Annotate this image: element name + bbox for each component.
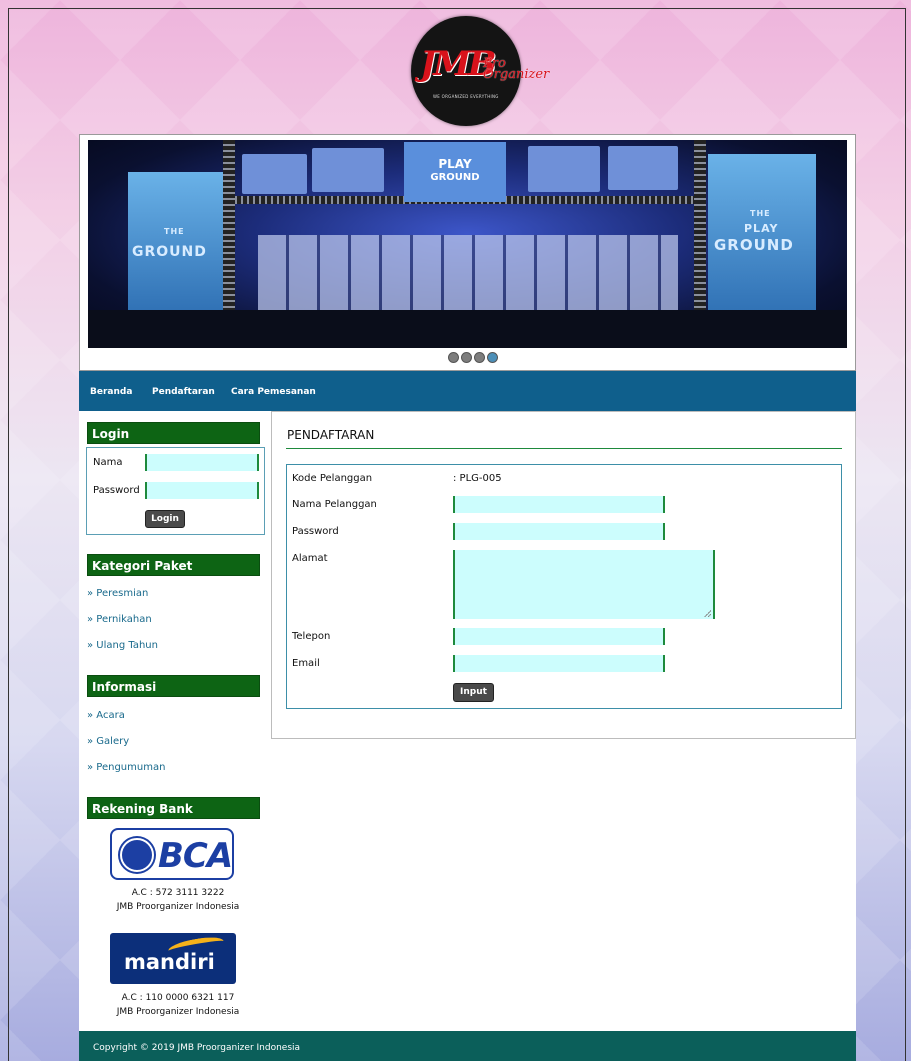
slide-dot-1[interactable]: [448, 352, 459, 363]
mandiri-account-number: A.C : 110 0000 6321 117: [121, 993, 235, 1003]
email-input[interactable]: [453, 655, 665, 672]
sign-line-2: GROUND: [430, 172, 480, 183]
nav-item-beranda[interactable]: Beranda: [90, 387, 132, 397]
banner-image[interactable]: THE GROUND THE PLAY GROUND PLAY GROUND: [88, 140, 847, 348]
telepon-input[interactable]: [453, 628, 665, 645]
page-title: PENDAFTARAN: [287, 428, 375, 442]
password-input[interactable]: [453, 523, 665, 540]
stage-truss-left: [223, 140, 235, 320]
site-logo[interactable]: JMB Pro Organizer WE ORGANIZED EVERYTHIN…: [411, 16, 549, 126]
kategori-link-peresmian[interactable]: » Peresmian: [87, 588, 148, 599]
informasi-link-acara[interactable]: » Acara: [87, 710, 125, 721]
slideshow-pagination: [448, 352, 500, 364]
main-nav: Beranda Pendaftaran Cara Pemesanan: [79, 371, 856, 411]
right-banner-text-2: PLAY: [744, 222, 779, 235]
kategori-link-ulang-tahun[interactable]: » Ulang Tahun: [87, 640, 158, 651]
telepon-label: Telepon: [292, 631, 331, 642]
stage-panel: [608, 146, 678, 190]
stage-panel: [312, 148, 384, 192]
copyright-text: Copyright © 2019 JMB Proorganizer Indone…: [93, 1043, 301, 1053]
mandiri-logo: mandiri: [110, 933, 236, 984]
resize-grip-icon[interactable]: [704, 610, 711, 617]
nav-item-cara-pemesanan[interactable]: Cara Pemesanan: [231, 387, 316, 397]
login-password-label: Password: [93, 485, 140, 496]
footer: Copyright © 2019 JMB Proorganizer Indone…: [79, 1031, 856, 1061]
bca-emblem-icon: [120, 838, 154, 872]
kategori-link-pernikahan[interactable]: » Pernikahan: [87, 614, 152, 625]
right-banner-text-3: GROUND: [714, 236, 794, 254]
stage-panel: [242, 154, 307, 194]
slide-dot-3[interactable]: [474, 352, 485, 363]
nama-pelanggan-label: Nama Pelanggan: [292, 499, 377, 510]
email-label: Email: [292, 658, 320, 669]
bca-account-holder: JMB Proorganizer Indonesia: [116, 902, 240, 912]
slide-dot-2[interactable]: [461, 352, 472, 363]
login-button[interactable]: Login: [145, 510, 185, 528]
logo-tagline: WE ORGANIZED EVERYTHING: [433, 94, 499, 99]
stage-panel: [528, 146, 600, 192]
mandiri-logo-text: mandiri: [124, 950, 215, 974]
login-password-input[interactable]: [145, 482, 259, 499]
banner-right-stage-banner: THE PLAY GROUND: [708, 154, 816, 319]
bca-logo: BCA: [110, 828, 234, 880]
left-banner-text-2: GROUND: [132, 244, 207, 260]
login-nama-label: Nama: [93, 457, 123, 468]
right-banner-text-1: THE: [750, 209, 771, 218]
bca-account-info: A.C : 572 3111 3222 JMB Proorganizer Ind…: [87, 886, 269, 914]
alamat-textarea[interactable]: [453, 550, 715, 619]
slide-dot-4[interactable]: [487, 352, 498, 363]
left-banner-text-1: THE: [164, 227, 185, 236]
informasi-heading: Informasi: [87, 675, 260, 697]
kode-pelanggan-label: Kode Pelanggan: [292, 473, 373, 484]
sign-line-1: PLAY: [438, 157, 472, 171]
nama-pelanggan-input[interactable]: [453, 496, 665, 513]
alamat-label: Alamat: [292, 553, 328, 564]
nav-item-pendaftaran[interactable]: Pendaftaran: [152, 387, 215, 397]
informasi-link-galery[interactable]: » Galery: [87, 736, 129, 747]
login-heading: Login: [87, 422, 260, 444]
mandiri-account-info: A.C : 110 0000 6321 117 JMB Proorganizer…: [87, 991, 269, 1019]
password-label: Password: [292, 526, 339, 537]
mandiri-account-holder: JMB Proorganizer Indonesia: [116, 1007, 240, 1017]
banner-left-stage-banner: THE GROUND: [128, 172, 223, 317]
stage-back-wall: [258, 235, 678, 310]
rekening-heading: Rekening Bank: [87, 797, 260, 819]
login-nama-input[interactable]: [145, 454, 259, 471]
informasi-link-pengumuman[interactable]: » Pengumuman: [87, 762, 165, 773]
stage-truss-right: [694, 140, 706, 320]
logo-subtitle-organizer: Organizer: [483, 67, 550, 82]
playground-sign: PLAY GROUND: [404, 142, 506, 202]
banner-slideshow: THE GROUND THE PLAY GROUND PLAY GROUND: [79, 134, 856, 371]
title-divider: [286, 448, 842, 449]
bca-logo-text: BCA: [158, 836, 233, 876]
logo-subtitle: Pro Organizer: [483, 57, 550, 82]
input-submit-button[interactable]: Input: [453, 683, 494, 702]
kode-pelanggan-value: : PLG-005: [453, 473, 502, 484]
stage-floor: [88, 310, 847, 348]
bca-account-number: A.C : 572 3111 3222: [131, 888, 225, 898]
kategori-heading: Kategori Paket: [87, 554, 260, 576]
